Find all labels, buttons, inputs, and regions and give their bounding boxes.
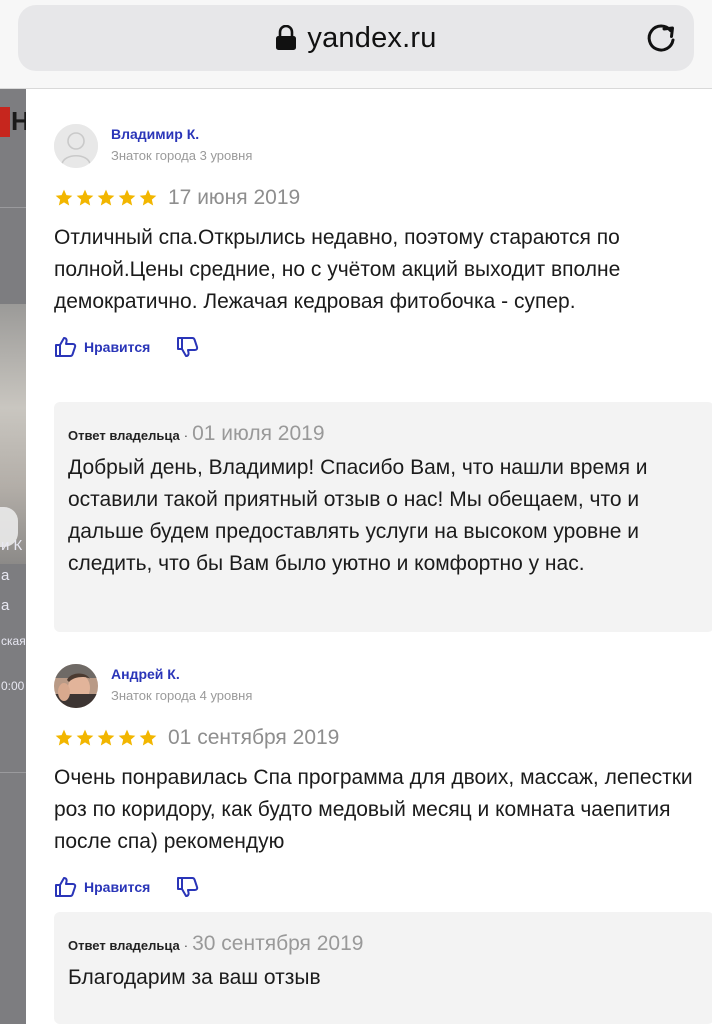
review-actions: Нравится	[54, 330, 694, 364]
review-header: Андрей К. Знаток города 4 уровня	[54, 664, 694, 714]
like-label: Нравится	[84, 879, 151, 895]
author-level: Знаток города 4 уровня	[111, 688, 253, 703]
star-icon	[55, 189, 73, 206]
thumbs-down-icon	[177, 877, 199, 897]
owner-reply-label: Ответ владельца	[68, 428, 180, 443]
star-icon	[139, 729, 157, 746]
rating-stars	[54, 728, 158, 748]
review-header: Владимир К. Знаток города 3 уровня	[54, 124, 694, 174]
owner-reply: Ответ владельца · 30 сентября 2019 Благо…	[54, 912, 712, 1024]
owner-reply: Ответ владельца · 01 июля 2019 Добрый де…	[54, 402, 712, 632]
owner-reply-label: Ответ владельца	[68, 938, 180, 953]
review-date: 17 июня 2019	[168, 186, 301, 209]
thumbs-up-icon	[55, 337, 77, 357]
url-text: yandex.ru	[307, 21, 437, 54]
like-button[interactable]: Нравится	[54, 875, 150, 899]
dislike-button[interactable]	[176, 875, 200, 899]
thumbs-up-icon	[55, 877, 77, 897]
separator-dot: ·	[183, 938, 189, 953]
like-button[interactable]: Нравится	[54, 335, 150, 359]
review-text: Очень понравилась Спа программа для двои…	[54, 766, 693, 853]
background-divider	[0, 207, 26, 208]
star-icon	[118, 189, 136, 206]
background-text-fragment: а	[1, 597, 10, 614]
star-icon	[118, 729, 136, 746]
background-text-fragment: а	[1, 567, 10, 584]
like-label: Нравится	[84, 339, 151, 355]
reload-icon[interactable]	[642, 19, 680, 57]
dislike-button[interactable]	[176, 335, 200, 359]
background-logo-mark	[0, 107, 10, 137]
star-icon	[139, 189, 157, 206]
star-icon	[97, 189, 115, 206]
address-bar[interactable]: yandex.ru	[18, 5, 694, 71]
owner-reply-date: 30 сентября 2019	[192, 932, 364, 955]
star-icon	[97, 729, 115, 746]
review-card: Андрей К. Знаток города 4 уровня 01 сент…	[54, 664, 694, 904]
review-author[interactable]: Владимир К.	[111, 126, 199, 142]
review-meta: 17 июня 2019	[54, 180, 694, 216]
star-icon	[76, 729, 94, 746]
review-author[interactable]: Андрей К.	[111, 666, 180, 682]
background-text-fragment: 0:00	[1, 679, 25, 693]
review-meta: 01 сентября 2019	[54, 720, 694, 756]
lock-icon	[275, 24, 297, 51]
owner-reply-header: Ответ владельца · 30 сентября 2019	[68, 932, 700, 956]
review-text: Отличный спа.Открылись недавно, поэтому …	[54, 226, 621, 313]
star-icon	[55, 729, 73, 746]
background-divider	[0, 772, 26, 773]
owner-reply-header: Ответ владельца · 01 июля 2019	[68, 422, 700, 446]
separator-dot: ·	[183, 428, 189, 443]
author-level: Знаток города 3 уровня	[111, 148, 253, 163]
review-date: 01 сентября 2019	[168, 726, 340, 749]
url-display[interactable]: yandex.ru	[18, 21, 694, 55]
thumbs-down-icon	[177, 337, 199, 357]
background-page: Н и К а а ская 0:00	[0, 89, 26, 1024]
background-logo-letter: Н	[11, 106, 26, 136]
browser-toolbar: yandex.ru	[0, 0, 712, 89]
owner-reply-text: Благодарим за ваш отзыв	[68, 966, 321, 989]
owner-reply-date: 01 июля 2019	[192, 422, 325, 445]
review-card: Владимир К. Знаток города 3 уровня 17 ию…	[54, 124, 694, 364]
background-text-fragment: и К	[1, 537, 23, 554]
background-text-fragment: ская	[1, 634, 26, 648]
owner-reply-text: Добрый день, Владимир! Спасибо Вам, что …	[68, 456, 648, 575]
star-icon	[76, 189, 94, 206]
review-actions: Нравится	[54, 870, 694, 904]
rating-stars	[54, 188, 158, 208]
reviews-panel[interactable]: Владимир К. Знаток города 3 уровня 17 ию…	[26, 89, 712, 1024]
user-photo-avatar[interactable]	[54, 664, 98, 708]
default-avatar-icon[interactable]	[54, 124, 98, 168]
